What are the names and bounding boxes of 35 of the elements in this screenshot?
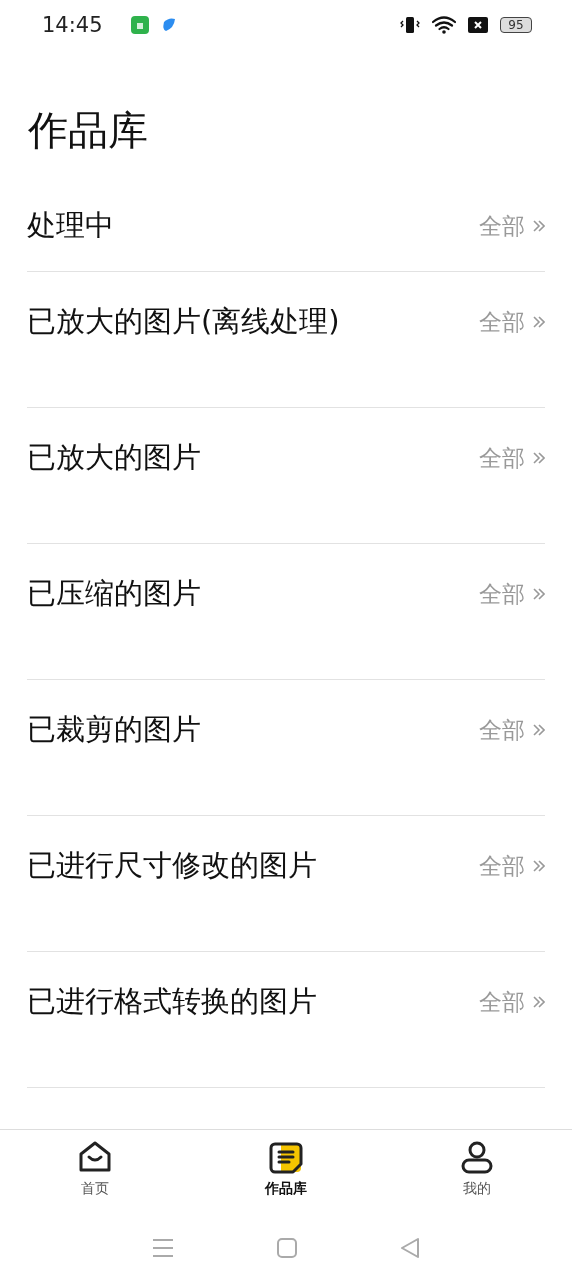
- view-all-link[interactable]: 全部: [479, 306, 525, 338]
- app-notification-icon: [130, 16, 149, 34]
- chevron-icon: [533, 995, 545, 1009]
- chevron-icon: [533, 859, 545, 873]
- view-all-link[interactable]: 全部: [479, 578, 525, 610]
- back-icon[interactable]: [400, 1237, 421, 1258]
- chevron-icon: [533, 723, 545, 737]
- chevron-icon: [533, 451, 545, 465]
- nav-tab[interactable]: 我的: [381, 1130, 572, 1215]
- nav-tab[interactable]: 首页: [0, 1130, 191, 1215]
- wifi-icon: [432, 16, 456, 34]
- page-title: 作品库: [27, 106, 149, 155]
- home-button-icon[interactable]: [277, 1237, 297, 1258]
- app-notification-icon: [160, 17, 177, 33]
- section-title: 处理中: [27, 207, 115, 244]
- battery-level: 95: [500, 17, 532, 33]
- section-title: 已进行尺寸修改的图片: [27, 847, 318, 884]
- no-sim-icon: [468, 17, 488, 33]
- vibrate-icon: [400, 16, 420, 34]
- section-title: 已进行格式转换的图片: [27, 983, 318, 1020]
- nav-tab[interactable]: 作品库: [190, 1130, 382, 1215]
- section-title: 已压缩的图片: [27, 575, 202, 612]
- view-all-link[interactable]: 全部: [479, 714, 525, 746]
- view-all-link[interactable]: 全部: [479, 850, 525, 882]
- chevron-icon: [533, 219, 545, 233]
- view-all-link[interactable]: 全部: [479, 210, 525, 242]
- status-time: 14:45: [42, 13, 103, 37]
- chevron-icon: [533, 587, 545, 601]
- chevron-icon: [533, 315, 545, 329]
- section-title: 已裁剪的图片: [27, 711, 202, 748]
- view-all-link[interactable]: 全部: [479, 442, 525, 474]
- section-title: 已放大的图片(离线处理): [27, 303, 341, 340]
- section-title: 已放大的图片: [27, 439, 202, 476]
- menu-icon[interactable]: [151, 1237, 174, 1258]
- view-all-link[interactable]: 全部: [479, 986, 525, 1018]
